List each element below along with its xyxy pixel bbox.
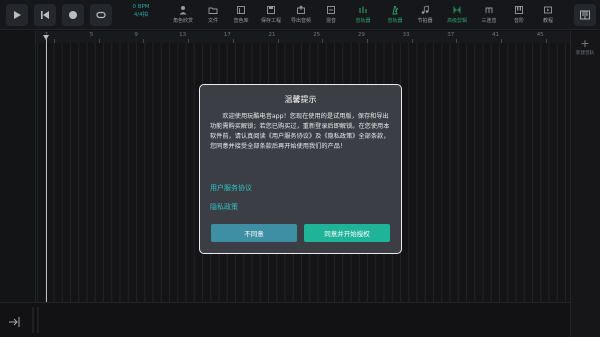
agree-button[interactable]: 同意并开始授权	[304, 224, 390, 242]
user-agreement-link[interactable]: 用户服务协议	[210, 183, 252, 193]
dialog-body: 欢迎使用玩酷电音app！您现在使用的是试用版，保存和导出功能需购买解锁；若您已购…	[210, 113, 390, 150]
notice-dialog: 温馨提示 欢迎使用玩酷电音app！您现在使用的是试用版，保存和导出功能需购买解锁…	[199, 84, 402, 254]
dialog-title: 温馨提示	[284, 95, 317, 104]
privacy-policy-link[interactable]: 隐私政策	[210, 202, 238, 212]
disagree-button[interactable]: 不同意	[211, 224, 297, 242]
